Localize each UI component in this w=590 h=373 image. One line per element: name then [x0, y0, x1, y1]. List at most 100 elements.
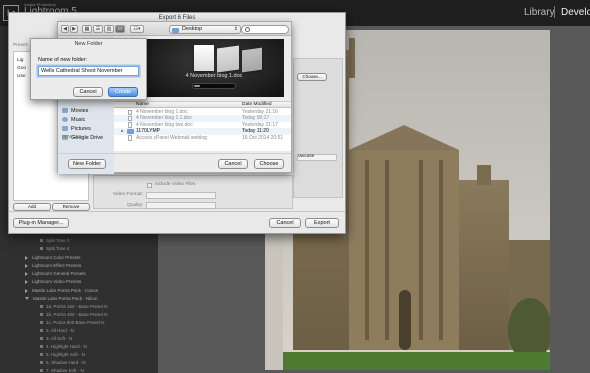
preset-item[interactable]: 4. Highlight Hard - N — [40, 344, 87, 349]
forward-button[interactable]: ▶ — [70, 25, 78, 33]
preset-folder[interactable]: Lightroom General Presets — [25, 271, 86, 276]
search-icon — [245, 27, 250, 32]
document-icon — [128, 109, 132, 115]
preview-filename: 4 November blog 1.doc — [185, 73, 243, 79]
new-folder-title: New Folder — [74, 41, 103, 47]
disclosure-triangle-icon[interactable] — [121, 130, 124, 133]
preset-item-lightroom[interactable]: Lig — [17, 58, 23, 63]
sheet-toolbar: ◀ ▶ ▦ ☰ ▥ ▭ ☷▾ Desktop ⇕ — [58, 22, 291, 36]
preset-icon — [40, 345, 43, 349]
coverflow-scrollbar[interactable] — [192, 83, 236, 89]
video-format-select[interactable] — [146, 192, 216, 199]
new-folder-dialog: New Folder Name of new folder: Cancel Cr… — [30, 38, 147, 100]
preset-icon — [40, 313, 43, 317]
preset-item[interactable]: Split Tone 4 — [40, 246, 69, 251]
sheet-footer-separator — [58, 153, 291, 154]
file-list: Name Date Modified 4 November blog 1.doc… — [114, 101, 291, 151]
preset-icon — [40, 329, 43, 333]
module-develop[interactable]: Develo — [561, 7, 590, 18]
preset-item-google[interactable]: Goo — [17, 66, 26, 71]
back-button[interactable]: ◀ — [61, 25, 69, 33]
module-separator — [554, 6, 555, 18]
document-icon — [128, 135, 132, 141]
new-folder-button[interactable]: New Folder — [68, 159, 106, 169]
preset-icon — [40, 353, 43, 357]
preset-icon — [40, 369, 43, 373]
add-preset-button[interactable]: Add — [13, 203, 51, 211]
preset-item[interactable]: 7. Shadow Soft - N — [40, 368, 84, 373]
include-video-label: Include Video Files — [155, 182, 196, 187]
disclosure-closed-icon — [25, 288, 28, 293]
document-thumbnail — [242, 47, 262, 73]
new-folder-cancel-button[interactable]: Cancel — [73, 87, 103, 97]
document-icon — [128, 122, 132, 128]
preset-folder[interactable]: Lightroom Video Presets — [25, 279, 81, 284]
file-list-header: Name Date Modified — [114, 102, 291, 108]
list-view-icon[interactable]: ☰ — [93, 25, 103, 33]
preset-folder[interactable]: Lightroom Effect Presets — [25, 263, 81, 268]
file-row[interactable]: Access cPanel Webmail weblog 16 Oct 2014 … — [114, 135, 291, 141]
new-folder-prompt: Name of new folder: — [38, 57, 88, 63]
preset-item[interactable]: 1a. Portra 160 - Base Preset N — [40, 304, 108, 309]
preset-icon — [40, 337, 43, 341]
movies-icon — [62, 108, 68, 114]
document-thumbnail — [194, 45, 214, 71]
preset-label: Preset: — [13, 43, 29, 48]
column-date-modified[interactable]: Date Modified — [242, 102, 272, 107]
folder-icon — [172, 28, 179, 33]
location-popup[interactable]: Desktop ⇕ — [169, 25, 241, 34]
export-button[interactable]: Export — [305, 218, 339, 228]
preset-item[interactable]: Split Tone 3 — [40, 238, 69, 243]
icon-view-icon[interactable]: ▦ — [82, 25, 92, 33]
chevron-updown-icon: ⇕ — [233, 26, 238, 32]
column-name[interactable]: Name — [136, 102, 149, 107]
preset-item[interactable]: 1c. Portra 800 Base Preset N — [40, 320, 105, 325]
sheet-cancel-button[interactable]: Cancel — [218, 159, 248, 169]
showcase-value: owcase — [298, 154, 315, 159]
preset-icon — [40, 247, 43, 251]
quality-label: Quality: — [127, 203, 144, 208]
devices-heading: DEVICES — [62, 134, 82, 139]
remove-preset-button[interactable]: Remove — [52, 203, 90, 211]
export-cancel-button[interactable]: Cancel — [269, 218, 301, 228]
folder-name-input[interactable] — [38, 66, 139, 76]
column-view-icon[interactable]: ▥ — [104, 25, 114, 33]
plugin-manager-button[interactable]: Plug-in Manager... — [13, 218, 69, 228]
folder-icon — [127, 129, 134, 135]
arrange-menu-icon[interactable]: ☷▾ — [130, 25, 144, 33]
coverflow-preview: 4 November blog 1.doc — [144, 39, 284, 97]
video-format-label: Video Format: — [113, 192, 144, 197]
coverflow-view-icon[interactable]: ▭ — [115, 25, 125, 33]
pictures-icon — [62, 126, 68, 132]
location-label: Desktop — [182, 26, 203, 32]
preset-item[interactable]: 1b. Portra 400 - Base Preset N — [40, 312, 108, 317]
include-video-checkbox[interactable] — [147, 183, 152, 188]
preset-icon — [40, 361, 43, 365]
sidebar-item-movies[interactable]: Movies — [62, 108, 88, 114]
preset-folder[interactable]: Mastin Labs Portra Pack - Nikon — [25, 296, 98, 301]
disclosure-closed-icon — [25, 263, 28, 268]
create-folder-button[interactable]: Create — [108, 87, 138, 97]
scroll-knob[interactable] — [194, 85, 200, 87]
sidebar-item-music[interactable]: Music — [62, 117, 85, 123]
preset-item[interactable]: 5. Highlight Soft - N — [40, 352, 85, 357]
export-footer-separator — [9, 211, 345, 212]
disclosure-open-icon — [25, 297, 29, 301]
preset-icon — [40, 239, 43, 243]
choose-destination-button[interactable]: Choose... — [297, 73, 327, 81]
disclosure-closed-icon — [25, 255, 28, 260]
disclosure-closed-icon — [25, 279, 28, 284]
sheet-choose-button[interactable]: Choose — [254, 159, 284, 169]
preset-folder[interactable]: Lightroom Color Presets — [25, 255, 81, 260]
preset-folder[interactable]: Mastin Labs Portra Pack - Canon — [25, 288, 98, 293]
preset-icon — [40, 321, 43, 325]
preset-item[interactable]: 6. Shadow Hard - N — [40, 360, 86, 365]
preset-item[interactable]: 2. All Hard - N — [40, 328, 74, 333]
preset-item-user[interactable]: Use — [17, 74, 26, 79]
preset-item[interactable]: 3. All Soft - N — [40, 336, 72, 341]
module-library[interactable]: Library — [524, 7, 555, 18]
sidebar-item-pictures[interactable]: Pictures — [62, 126, 91, 132]
search-input[interactable] — [241, 25, 289, 34]
quality-select[interactable] — [146, 202, 216, 209]
document-icon — [128, 115, 132, 122]
